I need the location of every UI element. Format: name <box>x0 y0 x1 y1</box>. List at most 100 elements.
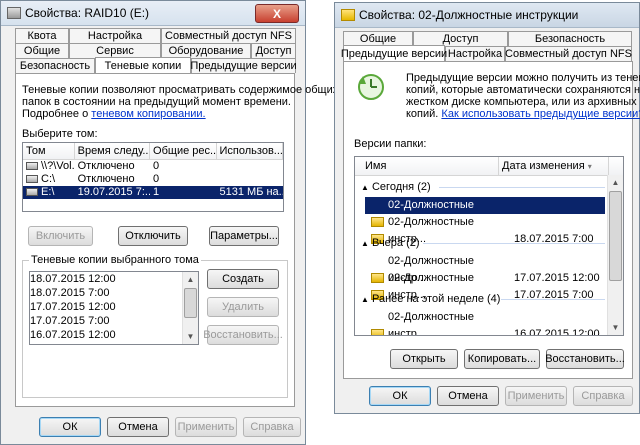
tab-hardware[interactable]: Оборудование <box>161 43 251 58</box>
folder-icon <box>371 329 384 335</box>
collapse-arrow-icon[interactable]: ▲ <box>361 295 369 304</box>
group-header-today[interactable]: ▲ Сегодня (2) <box>361 181 605 194</box>
previous-versions-panel: Предыдущие версии можно получить из тене… <box>343 61 640 379</box>
version-row[interactable]: 02-Должностные инстр... 16.07.2015 12:00 <box>365 309 605 335</box>
drive-icon <box>26 162 38 171</box>
clock-restore-icon <box>358 74 384 100</box>
help-button[interactable]: Справка <box>243 417 301 437</box>
versions-list[interactable]: Имя Дата изменения ▾ ▲ Сегодня (2) 02-До… <box>354 156 624 336</box>
restore-button[interactable]: Восстановить... <box>545 349 625 369</box>
description-prefix: Подробнее о <box>22 108 92 120</box>
drive-icon <box>26 188 38 197</box>
tab-settings[interactable]: Настройка <box>445 46 505 61</box>
select-volume-label: Выберите том: <box>22 128 98 140</box>
close-button[interactable]: X <box>255 4 299 23</box>
volume-row[interactable]: C:\ Отключено 0 <box>23 173 283 186</box>
tab-access[interactable]: Доступ <box>413 31 508 46</box>
shadow-copy-item[interactable]: 16.07.2015 12:00 <box>30 328 198 342</box>
tab-tools[interactable]: Сервис <box>69 43 161 58</box>
description-line-2: папок в состоянии на предыдущий момент в… <box>22 96 291 108</box>
shadow-copy-item[interactable]: 17.07.2015 7:00 <box>30 314 198 328</box>
window-title: Свойства: RAID10 (E:) <box>25 6 150 20</box>
version-row[interactable]: 02-Должностные инстр... 17.07.2015 12:00 <box>365 253 605 284</box>
scroll-up-icon[interactable]: ▲ <box>183 272 198 287</box>
group-label: Теневые копии выбранного тома <box>29 254 201 266</box>
window-title: Свойства: 02-Должностные инструкции <box>359 8 579 22</box>
volume-row[interactable]: \\?\Vol... Отключено 0 <box>23 160 283 173</box>
shadow-copies-group: Теневые копии выбранного тома 18.07.2015… <box>22 254 288 398</box>
scroll-down-icon[interactable]: ▼ <box>183 329 198 344</box>
tab-nfs-sharing[interactable]: Совместный доступ NFS <box>161 28 296 43</box>
title-bar[interactable]: Свойства: RAID10 (E:) X <box>1 1 305 26</box>
tab-previous-versions[interactable]: Предыдущие версии <box>341 45 447 62</box>
tab-quota[interactable]: Квота <box>15 28 69 43</box>
ok-button[interactable]: ОК <box>369 386 431 406</box>
parameters-button[interactable]: Параметры... <box>209 226 279 246</box>
drive-icon <box>7 7 21 19</box>
folder-versions-label: Версии папки: <box>354 138 427 150</box>
cancel-button[interactable]: Отмена <box>107 417 169 437</box>
tab-general[interactable]: Общие <box>15 43 69 58</box>
title-bar[interactable]: Свойства: 02-Должностные инструкции <box>335 3 639 28</box>
description-line-1: Теневые копии позволяют просматривать со… <box>22 84 339 96</box>
shadow-copy-scrollbar[interactable]: ▲ ▼ <box>182 272 198 344</box>
version-row[interactable]: 02-Должностные инстр... 18.07.2015 7:00 <box>365 214 605 245</box>
sort-arrow-icon: ▾ <box>587 162 592 171</box>
shadow-copies-dialog: Свойства: RAID10 (E:) X Квота Настройка … <box>0 0 338 445</box>
cancel-button[interactable]: Отмена <box>437 386 499 406</box>
volume-row-selected[interactable]: E:\ 19.07.2015 7:... 1 5131 МБ на... <box>23 186 283 199</box>
drive-icon <box>26 175 38 184</box>
apply-button[interactable]: Применить <box>505 386 567 406</box>
description-line-3: жестком диске компьютера, или из архивны… <box>406 96 637 108</box>
tab-general[interactable]: Общие <box>343 31 413 46</box>
version-row-selected[interactable]: 02-Должностные инстр... 18.07.2015 12:00 <box>365 197 605 228</box>
column-used[interactable]: Использов... <box>217 143 283 159</box>
folder-properties-dialog: Свойства: 02-Должностные инструкции Общи… <box>334 2 640 414</box>
delete-button[interactable]: Удалить <box>207 297 279 317</box>
create-button[interactable]: Создать <box>207 269 279 289</box>
versions-scrollbar[interactable]: ▲ ▼ <box>607 175 623 335</box>
previous-versions-help-link[interactable]: Как использовать предыдущие версии? <box>441 108 640 120</box>
open-button[interactable]: Открыть <box>390 349 458 369</box>
scroll-thumb[interactable] <box>609 191 622 281</box>
shadow-copy-item[interactable]: 17.07.2015 12:00 <box>30 300 198 314</box>
scroll-up-icon[interactable]: ▲ <box>608 175 623 190</box>
enable-button[interactable]: Включить <box>28 226 93 246</box>
version-row[interactable]: 02-Должностные инстр... 17.07.2015 7:00 <box>365 270 605 301</box>
shadow-copy-list[interactable]: 18.07.2015 12:00 18.07.2015 7:00 17.07.2… <box>29 271 199 345</box>
shadow-copies-panel: Теневые копии позволяют просматривать со… <box>15 73 338 407</box>
description-line-3: Подробнее о теневом копировании. <box>22 108 206 120</box>
copy-button[interactable]: Копировать... <box>464 349 540 369</box>
description-line-2: копий, которые автоматически сохраняются… <box>406 84 640 96</box>
column-modified-date[interactable]: Дата изменения ▾ <box>499 157 609 175</box>
description-prefix: копий. <box>406 108 442 120</box>
collapse-arrow-icon[interactable]: ▲ <box>361 239 369 248</box>
scroll-down-icon[interactable]: ▼ <box>608 320 623 335</box>
restore-button[interactable]: Восстановить... <box>203 325 283 345</box>
versions-list-header: Имя Дата изменения ▾ <box>355 157 623 176</box>
group-header-earlier-this-week[interactable]: ▲ Ранее на этой неделе (4) <box>361 293 605 306</box>
column-next-run[interactable]: Время следу... <box>75 143 151 159</box>
volume-list-header: Том Время следу... Общие рес... Использо… <box>23 143 283 160</box>
tab-nfs-sharing[interactable]: Совместный доступ NFS <box>505 46 632 61</box>
collapse-arrow-icon[interactable]: ▲ <box>361 183 369 192</box>
column-shares[interactable]: Общие рес... <box>150 143 217 159</box>
tab-security[interactable]: Безопасность <box>15 58 95 73</box>
scroll-thumb[interactable] <box>184 288 197 318</box>
volume-list[interactable]: Том Время следу... Общие рес... Использо… <box>22 142 284 212</box>
group-header-yesterday[interactable]: ▲ Вчера (2) <box>361 237 605 250</box>
shadow-copy-item[interactable]: 18.07.2015 12:00 <box>30 272 198 286</box>
apply-button[interactable]: Применить <box>175 417 237 437</box>
column-name[interactable]: Имя <box>355 157 499 175</box>
tab-security[interactable]: Безопасность <box>508 31 632 46</box>
help-button[interactable]: Справка <box>573 386 633 406</box>
disable-button[interactable]: Отключить <box>118 226 188 246</box>
tab-previous-versions[interactable]: Предыдущие версии <box>190 58 297 73</box>
shadow-copy-item[interactable]: 18.07.2015 7:00 <box>30 286 198 300</box>
tab-shadow-copies[interactable]: Теневые копии <box>95 57 191 74</box>
ok-button[interactable]: ОК <box>39 417 101 437</box>
column-volume[interactable]: Том <box>23 143 75 159</box>
shadow-copy-help-link[interactable]: теневом копировании. <box>91 108 205 120</box>
tab-settings[interactable]: Настройка <box>69 28 161 43</box>
tab-access[interactable]: Доступ <box>251 43 296 58</box>
